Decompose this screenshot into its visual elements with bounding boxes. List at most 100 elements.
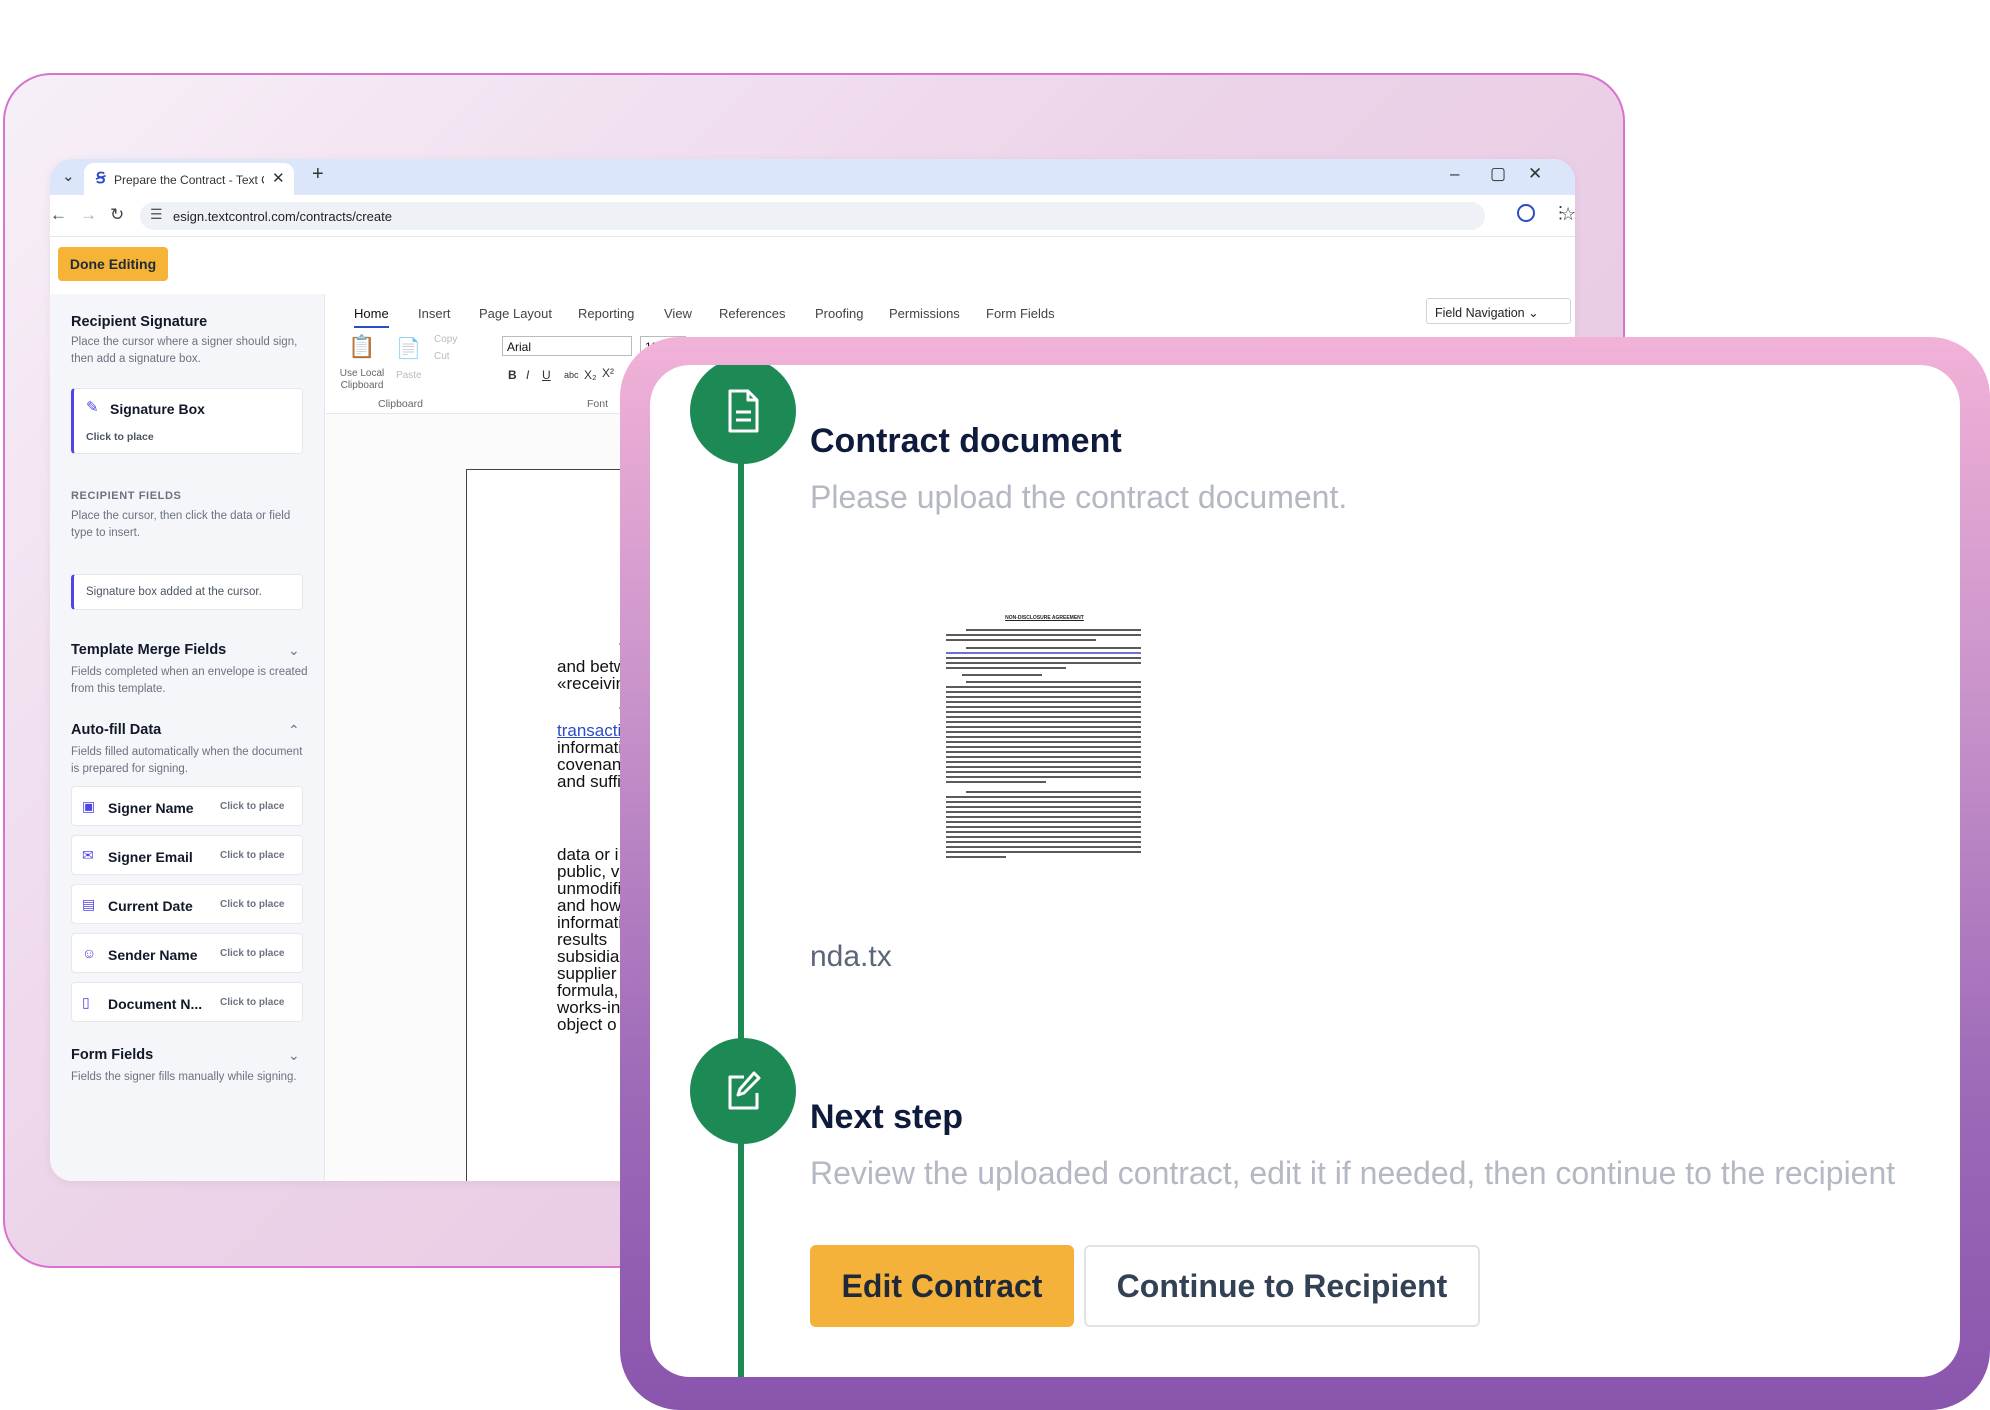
paste-label[interactable]: Paste <box>396 370 422 381</box>
tab-proofing[interactable]: Proofing <box>815 306 863 321</box>
step-1-description: Please upload the contract document. <box>810 479 1348 515</box>
back-icon[interactable]: ← <box>50 205 67 225</box>
timeline-line <box>738 365 744 1377</box>
tab-view[interactable]: View <box>664 306 692 321</box>
copy-button[interactable]: Copy <box>434 334 457 345</box>
step-2-title: Next step <box>810 1098 964 1136</box>
edit-icon <box>728 1071 761 1110</box>
autofill-item-signer-name[interactable]: ▣ Signer Name Click to place <box>71 786 303 826</box>
contract-thumbnail[interactable]: NON-DISCLOSURE AGREEMENT <box>942 611 1147 866</box>
chevron-down-icon[interactable]: ⌄ <box>288 642 300 659</box>
thumbnail-heading: NON-DISCLOSURE AGREEMENT <box>1005 615 1084 621</box>
bold-button[interactable]: B <box>508 368 517 382</box>
thumbnail-text-line <box>946 721 1141 723</box>
new-tab-icon[interactable]: + <box>312 163 324 186</box>
browser-tabbar: ⌄ Ꞩ Prepare the Contract - Text Con ✕ + … <box>50 159 1575 195</box>
tab-references[interactable]: References <box>719 306 785 321</box>
paste-icon[interactable]: 📄 <box>396 336 421 361</box>
clipboard-group-label: Clipboard <box>378 398 423 410</box>
document-icon: ▯ <box>82 994 90 1010</box>
signature-box-label: Signature Box <box>110 401 205 417</box>
strikethrough-button[interactable]: abc <box>564 370 579 380</box>
signature-box-card[interactable]: ✎ Signature Box Click to place <box>71 388 303 454</box>
info-message-text: Signature box added at the cursor. <box>86 586 262 598</box>
italic-button[interactable]: I <box>526 368 529 382</box>
clipboard-icon[interactable]: 📋 <box>348 334 375 360</box>
thumbnail-text-line <box>946 706 1141 708</box>
field-hint: Click to place <box>220 948 285 959</box>
thumbnail-text-line <box>946 634 1141 636</box>
doc-line: and suffi <box>557 772 621 791</box>
done-editing-button[interactable]: Done Editing <box>58 247 168 281</box>
url-text: esign.textcontrol.com/contracts/create <box>173 209 392 224</box>
field-label: Signer Name <box>108 800 194 816</box>
tab-home[interactable]: Home <box>354 306 389 328</box>
thumbnail-text-line <box>946 771 1141 773</box>
close-window-icon[interactable]: ✕ <box>1528 164 1542 184</box>
document-icon <box>728 389 759 433</box>
url-field[interactable]: ☰ esign.textcontrol.com/contracts/create… <box>140 202 1575 230</box>
field-navigation-dropdown[interactable]: Field Navigation ⌄ <box>1426 298 1571 324</box>
chevron-up-icon[interactable]: ⌃ <box>288 722 300 739</box>
subscript-button[interactable]: X₂ <box>584 368 597 382</box>
maximize-icon[interactable]: ▢ <box>1490 164 1506 184</box>
recipient-fields-caption: RECIPIENT FIELDS <box>71 490 182 502</box>
thumbnail-text-line <box>966 629 1141 631</box>
font-family-value: Arial <box>507 340 532 354</box>
thumbnail-text-line <box>946 801 1141 803</box>
use-local-clipboard-label[interactable]: Use Local Clipboard <box>336 368 388 392</box>
edit-contract-button[interactable]: Edit Contract <box>810 1245 1074 1327</box>
autofill-item-sender-name[interactable]: ☺ Sender Name Click to place <box>71 933 303 973</box>
thumbnail-text-line <box>946 701 1141 703</box>
chevron-down-icon[interactable]: ⌄ <box>288 1047 300 1064</box>
field-label: Sender Name <box>108 947 198 963</box>
thumbnail-text-line <box>946 726 1141 728</box>
forward-icon[interactable]: → <box>80 205 97 225</box>
autofill-item-signer-email[interactable]: ✉ Signer Email Click to place <box>71 835 303 875</box>
superscript-button[interactable]: X² <box>602 366 614 380</box>
thumbnail-text-line <box>962 674 1042 676</box>
tab-insert[interactable]: Insert <box>418 306 451 321</box>
form-fields-title[interactable]: Form Fields <box>71 1047 153 1063</box>
email-icon: ✉ <box>82 847 94 863</box>
template-merge-title[interactable]: Template Merge Fields <box>71 642 226 658</box>
site-info-icon[interactable]: ☰ <box>150 206 163 223</box>
tab-page-layout[interactable]: Page Layout <box>479 306 552 321</box>
step-1-marker <box>690 365 796 464</box>
thumbnail-text-line <box>946 811 1141 813</box>
address-bar: ← → ↻ ☰ esign.textcontrol.com/contracts/… <box>50 195 1575 237</box>
browser-menu-icon[interactable]: ⋮ <box>1552 203 1569 223</box>
thumbnail-text-line <box>966 791 1141 793</box>
sidebar: Recipient Signature Place the cursor whe… <box>50 294 325 1181</box>
underline-button[interactable]: U <box>542 368 551 382</box>
thumbnail-text-line <box>946 639 1096 641</box>
thumbnail-text-line <box>946 761 1141 763</box>
field-hint: Click to place <box>220 850 285 861</box>
thumbnail-text-line <box>966 647 1141 649</box>
step-1-title: Contract document <box>810 422 1122 460</box>
close-tab-icon[interactable]: ✕ <box>272 169 285 187</box>
thumbnail-text-line <box>946 731 1141 733</box>
cut-button[interactable]: Cut <box>434 351 450 362</box>
step-2-description: Review the uploaded contract, edit it if… <box>810 1155 1896 1191</box>
autofill-item-current-date[interactable]: ▤ Current Date Click to place <box>71 884 303 924</box>
textcontrol-favicon-icon: Ꞩ <box>96 170 106 187</box>
thumbnail-text-line <box>946 657 1141 659</box>
profile-icon[interactable] <box>1517 204 1535 222</box>
minimize-icon[interactable]: – <box>1450 164 1459 184</box>
form-fields-description: Fields the signer fills manually while s… <box>71 1071 297 1083</box>
autofill-title[interactable]: Auto-fill Data <box>71 722 161 738</box>
pen-icon: ✎ <box>86 399 99 416</box>
tab-permissions[interactable]: Permissions <box>889 306 960 321</box>
font-family-select[interactable]: Arial <box>502 336 632 356</box>
tab-form-fields[interactable]: Form Fields <box>986 306 1055 321</box>
tab-list-chevron-icon[interactable]: ⌄ <box>62 167 75 185</box>
autofill-item-document-name[interactable]: ▯ Document N... Click to place <box>71 982 303 1022</box>
browser-tab[interactable]: Ꞩ Prepare the Contract - Text Con ✕ <box>84 163 294 195</box>
tab-reporting[interactable]: Reporting <box>578 306 634 321</box>
reload-icon[interactable]: ↻ <box>110 205 124 225</box>
step-2-marker <box>690 1038 796 1144</box>
thumbnail-text-line <box>946 816 1141 818</box>
thumbnail-text-line <box>946 821 1141 823</box>
continue-to-recipient-button[interactable]: Continue to Recipient <box>1084 1245 1480 1327</box>
